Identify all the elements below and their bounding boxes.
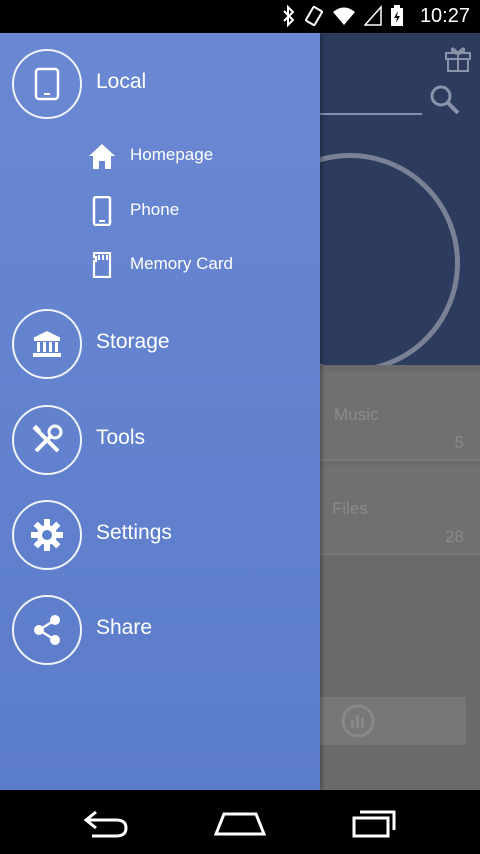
signal-icon (364, 5, 382, 26)
share-icon-circle (12, 595, 82, 665)
local-icon-circle (12, 49, 82, 119)
drawer-item-label: Settings (96, 521, 172, 544)
drawer-item-local[interactable]: Local (0, 43, 320, 123)
bank-icon (33, 331, 61, 357)
chart-icon (341, 704, 375, 738)
tools-icon-circle (12, 405, 82, 475)
tablet-icon (34, 67, 60, 101)
recent-apps-icon[interactable] (350, 808, 398, 838)
storage-icon-circle (12, 309, 82, 379)
gear-icon (31, 519, 63, 551)
drawer-item-label: Tools (96, 426, 146, 449)
files-label: Files (332, 499, 368, 518)
status-bar: 10:27 (0, 0, 480, 33)
music-count: 5 (454, 433, 464, 452)
bluetooth-icon (283, 5, 295, 27)
navigation-bar (0, 790, 480, 854)
battery-icon (391, 5, 403, 26)
drawer-item-label: Local (96, 70, 147, 93)
back-icon[interactable] (82, 808, 130, 838)
search-underline[interactable] (320, 113, 422, 115)
clock: 10:27 (419, 5, 470, 27)
sub-item-memory-card[interactable]: Memory Card (86, 243, 320, 283)
drawer-item-tools[interactable]: Tools (0, 399, 320, 479)
sd-card-icon (86, 249, 118, 281)
gift-icon[interactable] (443, 43, 473, 73)
music-card[interactable]: Music 5 (310, 371, 480, 461)
files-card[interactable]: Files 28 (310, 465, 480, 555)
music-label: Music (334, 405, 379, 424)
settings-icon-circle (12, 500, 82, 570)
share-icon (34, 615, 60, 645)
drawer-item-storage[interactable]: Storage (0, 303, 320, 383)
drawer-item-share[interactable]: Share (0, 589, 320, 669)
sub-item-homepage[interactable]: Homepage (86, 134, 320, 174)
wifi-icon (333, 7, 355, 25)
vibrate-icon (305, 5, 323, 27)
drawer-item-label: Storage (96, 330, 170, 353)
home-button-icon[interactable] (214, 808, 266, 838)
sub-item-label: Homepage (130, 145, 214, 164)
files-count: 28 (445, 527, 464, 546)
phone-icon (86, 195, 118, 227)
home-icon (86, 140, 118, 172)
sub-item-label: Phone (130, 200, 180, 219)
navigation-drawer: Local Homepage Phone Memory Card Storage… (0, 33, 320, 790)
search-icon[interactable] (428, 83, 462, 117)
drawer-item-settings[interactable]: Settings (0, 494, 320, 574)
status-icons (282, 5, 404, 27)
sub-item-label: Memory Card (130, 254, 233, 273)
drawer-item-label: Share (96, 616, 153, 639)
tools-icon (32, 424, 63, 453)
sub-item-phone[interactable]: Phone (86, 189, 320, 229)
